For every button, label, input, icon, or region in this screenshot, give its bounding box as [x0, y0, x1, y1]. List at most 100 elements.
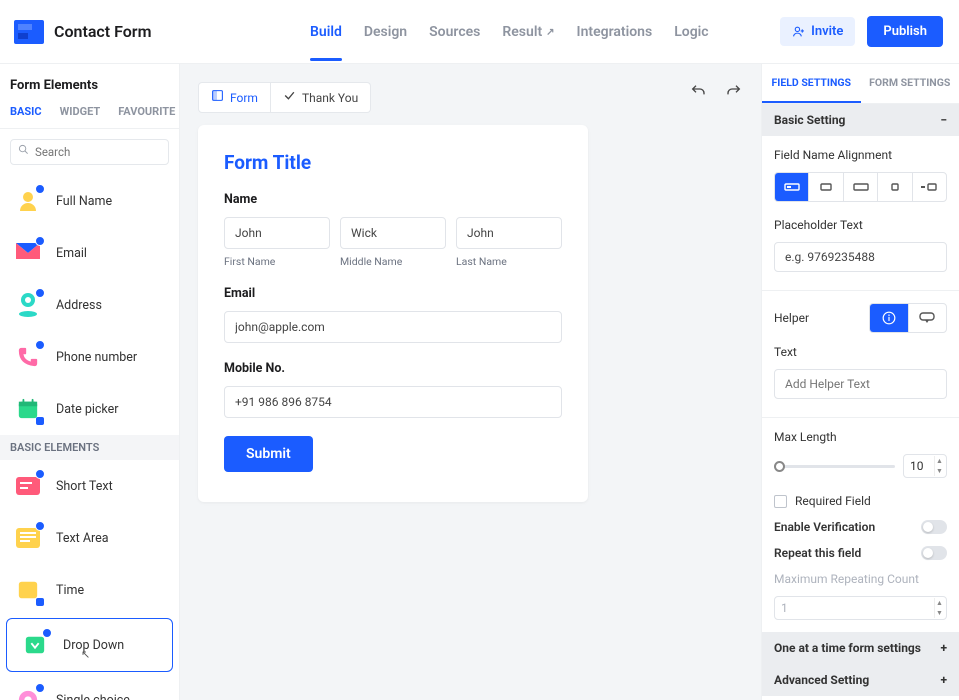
element-single-choice[interactable]: Single choice: [0, 674, 179, 700]
tab-form-settings[interactable]: FORM SETTINGS: [861, 64, 959, 103]
slider-knob[interactable]: [774, 461, 785, 472]
text-area-icon: [14, 524, 42, 552]
external-link-icon: ↗: [546, 27, 554, 38]
element-label: Phone number: [56, 350, 137, 365]
element-label: Email: [56, 246, 87, 261]
element-email[interactable]: Email: [0, 227, 179, 279]
middle-name-sublabel: Middle Name: [340, 255, 446, 268]
alignment-label: Field Name Alignment: [774, 148, 947, 162]
element-short-text[interactable]: Short Text: [0, 460, 179, 512]
helper-info-option[interactable]: [870, 304, 909, 332]
email-label: Email: [224, 286, 562, 301]
location-icon: [14, 291, 42, 319]
sidebar-tabs: BASIC WIDGET FAVOURITE: [0, 105, 179, 129]
text-label: Text: [774, 345, 947, 359]
element-address[interactable]: Address: [0, 279, 179, 331]
nav-logic[interactable]: Logic: [674, 20, 708, 44]
submit-button[interactable]: Submit: [224, 436, 313, 472]
element-phone[interactable]: Phone number: [0, 331, 179, 383]
element-label: Single choice: [56, 693, 130, 700]
name-label: Name: [224, 192, 562, 207]
nav-sources[interactable]: Sources: [429, 20, 480, 44]
placeholder-input[interactable]: [774, 242, 947, 272]
required-checkbox[interactable]: [774, 495, 787, 508]
form-canvas: Form Thank You Form Title Name First Nam…: [180, 64, 761, 700]
oneatatime-header[interactable]: One at a time form settings+: [762, 632, 959, 664]
mail-icon: [14, 239, 42, 267]
sidebar-tab-basic[interactable]: BASIC: [10, 105, 42, 118]
align-option-4[interactable]: [878, 173, 912, 201]
repeat-toggle[interactable]: [921, 546, 947, 560]
element-label: Full Name: [56, 194, 112, 209]
nav-result[interactable]: Result↗: [502, 20, 554, 44]
middle-name-input[interactable]: [340, 217, 446, 249]
nav-integrations[interactable]: Integrations: [577, 20, 653, 44]
nav-design[interactable]: Design: [364, 20, 407, 44]
step-down-icon[interactable]: ▼: [934, 466, 944, 476]
element-text-area[interactable]: Text Area: [0, 512, 179, 564]
calendar-icon: [14, 395, 42, 423]
search-input[interactable]: [10, 139, 169, 165]
repeat-label: Repeat this field: [774, 546, 861, 560]
basic-elements-label: BASIC ELEMENTS: [0, 435, 179, 460]
advanced-setting-header[interactable]: Advanced Setting+: [762, 664, 959, 696]
plus-icon: +: [940, 673, 947, 687]
step-up-icon[interactable]: ▲: [934, 456, 944, 466]
placeholder-label: Placeholder Text: [774, 218, 947, 232]
nav-build[interactable]: Build: [310, 20, 342, 44]
element-drop-down[interactable]: Drop Down ↖: [6, 618, 173, 672]
first-name-sublabel: First Name: [224, 255, 330, 268]
minus-icon: −: [940, 113, 947, 127]
email-input[interactable]: [224, 311, 562, 343]
cursor-icon: ↖: [81, 648, 90, 661]
basic-setting-header[interactable]: Basic Setting−: [762, 104, 959, 136]
maxlength-value[interactable]: 10 ▲▼: [903, 454, 947, 478]
align-option-1[interactable]: [775, 173, 809, 201]
align-option-5[interactable]: [913, 173, 946, 201]
plus-icon: +: [940, 641, 947, 655]
required-label: Required Field: [795, 494, 871, 508]
form-title[interactable]: Form Title: [224, 151, 562, 174]
helper-tooltip-option[interactable]: [909, 304, 947, 332]
verify-label: Enable Verification: [774, 520, 875, 534]
verify-toggle[interactable]: [921, 520, 947, 534]
element-time[interactable]: Time: [0, 564, 179, 616]
user-plus-icon: [792, 25, 805, 38]
element-label: Drop Down: [63, 638, 124, 653]
view-tab-thankyou[interactable]: Thank You: [271, 82, 371, 113]
app-logo: [12, 18, 46, 46]
maxrep-value: 1 ▲▼: [774, 596, 947, 620]
single-choice-icon: [14, 686, 42, 700]
helper-text-input[interactable]: [774, 369, 947, 399]
element-label: Time: [56, 583, 84, 598]
element-date-picker[interactable]: Date picker: [0, 383, 179, 435]
left-sidebar: Form Elements BASIC WIDGET FAVOURITE Ful…: [0, 64, 180, 700]
undo-button[interactable]: [689, 82, 707, 100]
publish-button[interactable]: Publish: [867, 16, 943, 47]
redo-button[interactable]: [725, 82, 743, 100]
last-name-input[interactable]: [456, 217, 562, 249]
helper-label: Helper: [774, 311, 809, 325]
form-icon: [211, 89, 224, 106]
align-option-2[interactable]: [809, 173, 843, 201]
time-icon: [14, 576, 42, 604]
alignment-segmented: [774, 172, 947, 202]
element-label: Text Area: [56, 531, 109, 546]
short-text-icon: [14, 472, 42, 500]
invite-button[interactable]: Invite: [780, 17, 855, 46]
view-tab-form[interactable]: Form: [198, 82, 271, 113]
element-label: Date picker: [56, 402, 119, 417]
sidebar-tab-widget[interactable]: WIDGET: [60, 105, 101, 118]
align-option-3[interactable]: [844, 173, 878, 201]
maxlength-label: Max Length: [774, 430, 947, 444]
maxlength-slider[interactable]: [774, 465, 895, 468]
step-down-icon: ▼: [934, 608, 944, 618]
form-preview-card: Form Title Name First Name Middle Name: [198, 125, 588, 502]
search-icon: [18, 144, 29, 158]
mobile-input[interactable]: [224, 386, 562, 418]
sidebar-tab-favourite[interactable]: FAVOURITE: [118, 105, 175, 118]
element-full-name[interactable]: Full Name: [0, 175, 179, 227]
tab-field-settings[interactable]: FIELD SETTINGS: [762, 64, 861, 103]
right-panel: FIELD SETTINGS FORM SETTINGS Basic Setti…: [761, 64, 959, 700]
first-name-input[interactable]: [224, 217, 330, 249]
